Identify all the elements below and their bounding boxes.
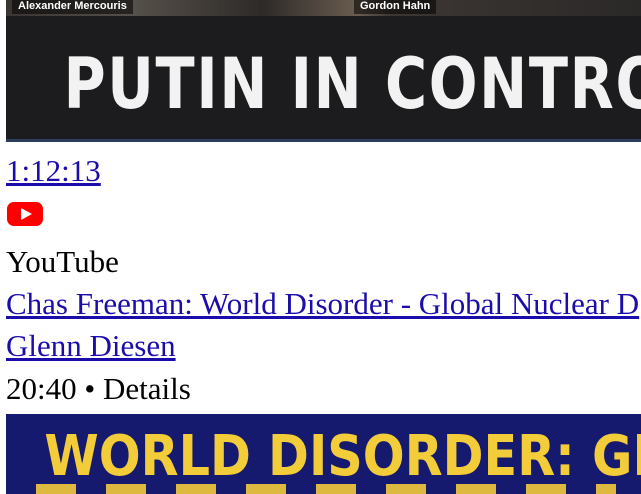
thumbnail-headline: PUTIN IN CONTROL bbox=[63, 43, 641, 125]
video-source-label: YouTube bbox=[6, 244, 119, 279]
youtube-icon bbox=[7, 200, 43, 228]
thumbnail-cut-off-text bbox=[36, 484, 616, 494]
video-duration: 20:40 bbox=[6, 371, 77, 406]
meta-separator: • bbox=[84, 371, 96, 406]
video-duration-link[interactable]: 1:12:13 bbox=[6, 153, 101, 189]
channel-link[interactable]: Glenn Diesen bbox=[6, 328, 176, 364]
details-link[interactable]: Details bbox=[103, 371, 191, 406]
thumbnail-name-right: Gordon Hahn bbox=[354, 0, 437, 14]
video-thumbnail-putin-in-control[interactable]: Alexander Mercouris Gordon Hahn PUTIN IN… bbox=[6, 0, 641, 142]
thumbnail-headline: WORLD DISORDER: GLOBAL bbox=[44, 424, 641, 489]
video-meta: 20:40 • Details bbox=[6, 371, 191, 407]
video-thumbnail-world-disorder[interactable]: WORLD DISORDER: GLOBAL bbox=[6, 414, 641, 494]
video-title-link[interactable]: Chas Freeman: World Disorder - Global Nu… bbox=[6, 286, 639, 322]
thumbnail-name-left: Alexander Mercouris bbox=[12, 0, 133, 14]
